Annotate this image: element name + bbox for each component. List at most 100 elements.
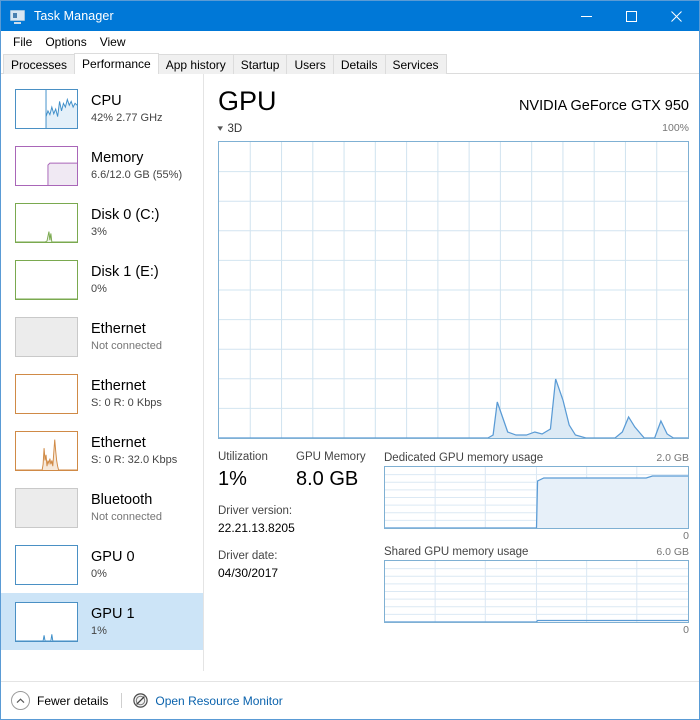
minimize-icon[interactable] bbox=[564, 1, 609, 31]
shared-memory-max: 6.0 GB bbox=[656, 544, 689, 560]
shared-memory-label: Shared GPU memory usage bbox=[384, 544, 528, 560]
sidebar-sub-bluetooth: Not connected bbox=[91, 510, 162, 525]
menu-item-file[interactable]: File bbox=[7, 33, 39, 51]
fewer-details-label: Fewer details bbox=[37, 694, 108, 708]
sidebar-text-ethernet-3: Ethernet S: 0 R: 32.0 Kbps bbox=[91, 434, 177, 468]
sidebar-text-gpu-0: GPU 0 0% bbox=[91, 548, 135, 582]
sidebar-item-cpu[interactable]: CPU 42% 2.77 GHz bbox=[1, 80, 203, 137]
dedicated-memory-max: 2.0 GB bbox=[656, 450, 689, 466]
sidebar-item-gpu-1[interactable]: GPU 1 1% bbox=[1, 593, 203, 650]
sidebar-sub-cpu: 42% 2.77 GHz bbox=[91, 111, 163, 126]
tab-performance[interactable]: Performance bbox=[74, 53, 159, 74]
sidebar-thumb-gpu-0 bbox=[15, 545, 78, 585]
close-icon[interactable] bbox=[654, 1, 699, 31]
utilization-value: 1% bbox=[218, 466, 296, 492]
footer-divider bbox=[121, 693, 122, 708]
stats-left: Utilization GPU Memory 1% 8.0 GB Driver … bbox=[218, 450, 380, 638]
open-resource-monitor-link[interactable]: Open Resource Monitor bbox=[133, 693, 282, 708]
driver-version-label: Driver version: bbox=[218, 503, 380, 519]
sidebar-item-gpu-0[interactable]: GPU 0 0% bbox=[1, 536, 203, 593]
sidebar-title-disk-0: Disk 0 (C:) bbox=[91, 206, 159, 224]
engine-header: ▾ 3D 100% bbox=[218, 122, 689, 138]
window-title: Task Manager bbox=[34, 9, 114, 23]
dedicated-memory-header: Dedicated GPU memory usage 2.0 GB bbox=[384, 450, 689, 466]
sidebar-thumb-ethernet-3 bbox=[15, 431, 78, 471]
gpu-detail-panel: GPU NVIDIA GeForce GTX 950 ▾ 3D 100% bbox=[204, 74, 699, 671]
sidebar-title-gpu-1: GPU 1 bbox=[91, 605, 135, 623]
gpu-memory-value: 8.0 GB bbox=[296, 466, 358, 492]
sidebar-title-gpu-0: GPU 0 bbox=[91, 548, 135, 566]
window-controls bbox=[564, 1, 699, 31]
sidebar-thumb-disk-0 bbox=[15, 203, 78, 243]
menu-item-view[interactable]: View bbox=[94, 33, 133, 51]
sidebar-item-ethernet-1[interactable]: Ethernet Not connected bbox=[1, 308, 203, 365]
sidebar-item-ethernet-3[interactable]: Ethernet S: 0 R: 32.0 Kbps bbox=[1, 422, 203, 479]
sidebar-item-memory[interactable]: Memory 6.6/12.0 GB (55%) bbox=[1, 137, 203, 194]
tab-startup[interactable]: Startup bbox=[233, 54, 288, 74]
sidebar-text-ethernet-2: Ethernet S: 0 R: 0 Kbps bbox=[91, 377, 162, 411]
sidebar-sub-disk-1: 0% bbox=[91, 282, 159, 297]
dedicated-memory-label: Dedicated GPU memory usage bbox=[384, 450, 543, 466]
task-manager-window: Task Manager File Options View Processes… bbox=[0, 0, 700, 720]
sidebar-thumb-ethernet-2 bbox=[15, 374, 78, 414]
chevron-down-icon: ▾ bbox=[217, 124, 223, 133]
sidebar-text-disk-1: Disk 1 (E:) 0% bbox=[91, 263, 159, 297]
sidebar-title-ethernet-3: Ethernet bbox=[91, 434, 177, 452]
title-bar: Task Manager bbox=[1, 1, 699, 31]
sidebar-item-disk-0[interactable]: Disk 0 (C:) 3% bbox=[1, 194, 203, 251]
gpu-device-name: NVIDIA GeForce GTX 950 bbox=[519, 96, 689, 116]
tab-details[interactable]: Details bbox=[333, 54, 386, 74]
panel-header: GPU NVIDIA GeForce GTX 950 bbox=[218, 86, 689, 120]
sidebar-text-gpu-1: GPU 1 1% bbox=[91, 605, 135, 639]
gpu-utilization-graph bbox=[218, 141, 689, 439]
sidebar-item-ethernet-2[interactable]: Ethernet S: 0 R: 0 Kbps bbox=[1, 365, 203, 422]
sidebar-thumb-ethernet-1 bbox=[15, 317, 78, 357]
shared-memory-header: Shared GPU memory usage 6.0 GB bbox=[384, 544, 689, 560]
sidebar-item-disk-1[interactable]: Disk 1 (E:) 0% bbox=[1, 251, 203, 308]
gpu-memory-label: GPU Memory bbox=[296, 450, 366, 465]
stats-right: Dedicated GPU memory usage 2.0 GB bbox=[380, 450, 689, 638]
sidebar-sub-gpu-0: 0% bbox=[91, 567, 135, 582]
shared-memory-graph bbox=[384, 560, 689, 623]
stat-headers: Utilization GPU Memory bbox=[218, 450, 380, 465]
chevron-up-circle-icon bbox=[11, 691, 30, 710]
maximize-icon[interactable] bbox=[609, 1, 654, 31]
page-title: GPU bbox=[218, 86, 277, 116]
menu-item-options[interactable]: Options bbox=[39, 33, 93, 51]
driver-date-value: 04/30/2017 bbox=[218, 565, 380, 582]
graph-max-label: 100% bbox=[662, 122, 689, 134]
tab-app-history[interactable]: App history bbox=[158, 54, 234, 74]
sidebar-title-memory: Memory bbox=[91, 149, 182, 167]
dedicated-memory-min: 0 bbox=[384, 529, 689, 544]
sidebar-sub-ethernet-2: S: 0 R: 0 Kbps bbox=[91, 396, 162, 411]
driver-date-block: Driver date: 04/30/2017 bbox=[218, 548, 380, 582]
dedicated-memory-graph bbox=[384, 466, 689, 529]
sidebar-item-bluetooth[interactable]: Bluetooth Not connected bbox=[1, 479, 203, 536]
sidebar-text-bluetooth: Bluetooth Not connected bbox=[91, 491, 162, 525]
sidebar-text-memory: Memory 6.6/12.0 GB (55%) bbox=[91, 149, 182, 183]
sidebar-sub-ethernet-3: S: 0 R: 32.0 Kbps bbox=[91, 453, 177, 468]
footer-bar: Fewer details Open Resource Monitor bbox=[1, 681, 699, 719]
shared-memory-block: Shared GPU memory usage 6.0 GB bbox=[384, 544, 689, 638]
engine-selector[interactable]: ▾ 3D bbox=[218, 123, 242, 135]
tab-strip: Processes Performance App history Startu… bbox=[1, 52, 699, 74]
shared-memory-min: 0 bbox=[384, 623, 689, 638]
fewer-details-button[interactable]: Fewer details bbox=[11, 691, 108, 710]
tab-processes[interactable]: Processes bbox=[3, 54, 75, 74]
driver-version-value: 22.21.13.8205 bbox=[218, 520, 380, 537]
sidebar-title-ethernet-1: Ethernet bbox=[91, 320, 162, 338]
menu-bar: File Options View bbox=[1, 31, 699, 52]
sidebar-title-disk-1: Disk 1 (E:) bbox=[91, 263, 159, 281]
tab-users[interactable]: Users bbox=[286, 54, 333, 74]
resource-monitor-label: Open Resource Monitor bbox=[155, 694, 282, 708]
task-manager-icon bbox=[10, 8, 26, 24]
sidebar-thumb-bluetooth bbox=[15, 488, 78, 528]
stat-values: 1% 8.0 GB bbox=[218, 466, 380, 492]
tab-services[interactable]: Services bbox=[385, 54, 447, 74]
sidebar-thumb-memory bbox=[15, 146, 78, 186]
resource-sidebar: CPU 42% 2.77 GHz Memory 6.6/12.0 GB (55%… bbox=[1, 74, 204, 671]
sidebar-title-ethernet-2: Ethernet bbox=[91, 377, 162, 395]
dedicated-memory-block: Dedicated GPU memory usage 2.0 GB bbox=[384, 450, 689, 544]
sidebar-title-bluetooth: Bluetooth bbox=[91, 491, 162, 509]
sidebar-sub-ethernet-1: Not connected bbox=[91, 339, 162, 354]
